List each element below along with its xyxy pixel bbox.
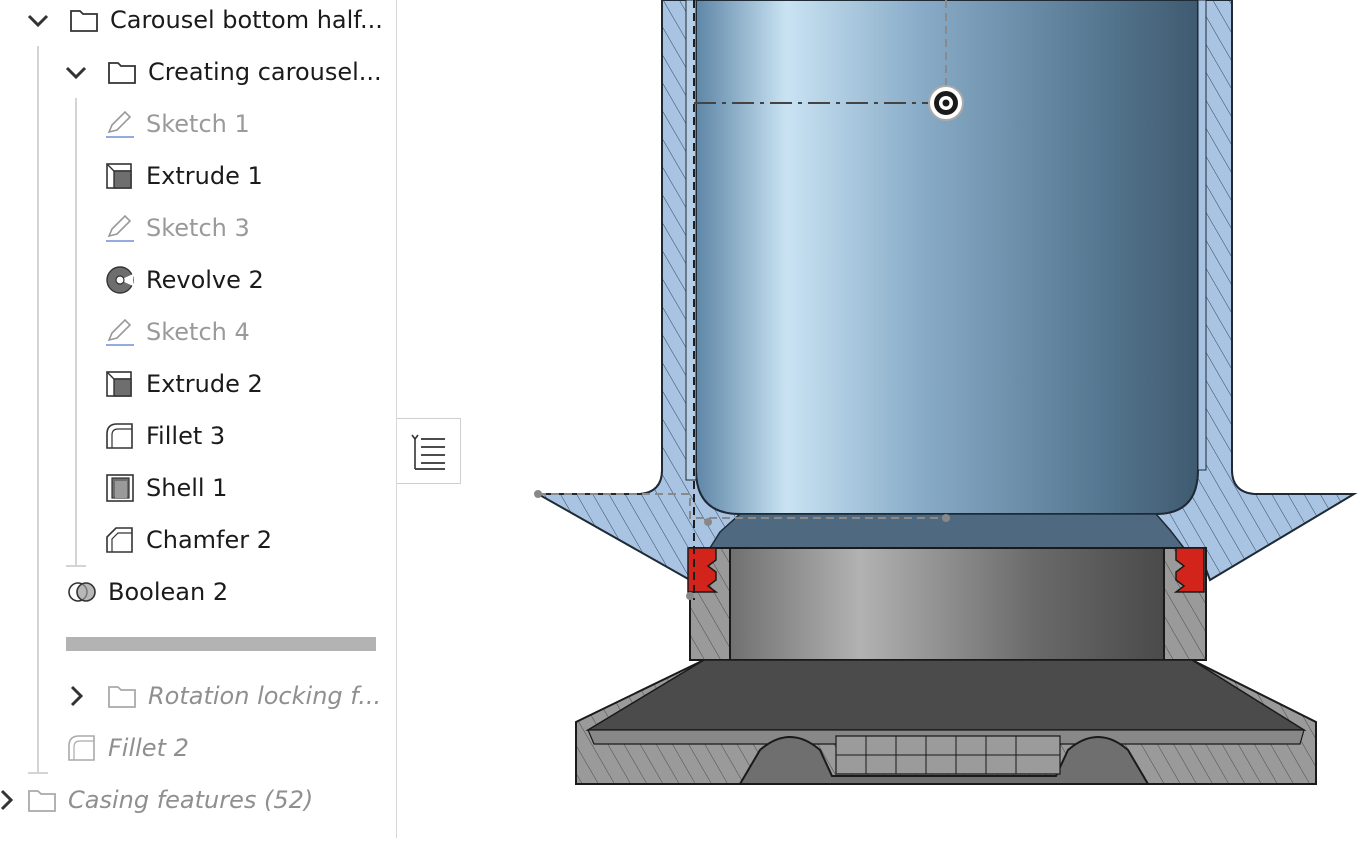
chevron-right-icon[interactable] xyxy=(64,684,88,708)
tree-item-sketch-1[interactable]: Sketch 1 xyxy=(104,98,250,150)
tree-guide-line xyxy=(75,98,77,566)
folder-icon xyxy=(106,680,138,712)
tree-item-extrude-2[interactable]: Extrude 2 xyxy=(104,358,263,410)
tree-item-label: Extrude 2 xyxy=(146,370,263,398)
sketch-point[interactable] xyxy=(942,514,950,522)
sketch-pencil-icon xyxy=(104,316,136,348)
origin-icon[interactable] xyxy=(928,85,964,121)
chevron-down-icon[interactable] xyxy=(26,8,50,32)
tree-item-chamfer-2[interactable]: Chamfer 2 xyxy=(104,514,272,566)
tree-item-sketch-3[interactable]: Sketch 3 xyxy=(104,202,250,254)
folder-icon xyxy=(68,4,100,36)
sketch-pencil-icon xyxy=(104,212,136,244)
tree-item-casing-features[interactable]: Casing features (52) xyxy=(0,774,313,826)
rollback-bar[interactable] xyxy=(66,637,376,651)
boolean-icon xyxy=(66,576,98,608)
tree-item-label: Creating carousel... xyxy=(148,58,382,86)
tree-item-label: Sketch 1 xyxy=(146,110,250,138)
base-cylinder-face xyxy=(729,547,1165,661)
tree-item-revolve-2[interactable]: Revolve 2 xyxy=(104,254,264,306)
tree-item-label: Sketch 4 xyxy=(146,318,250,346)
chevron-down-icon[interactable] xyxy=(64,60,88,84)
revolve-icon xyxy=(104,264,136,296)
tree-item-rotation-locking[interactable]: Rotation locking f... xyxy=(64,670,381,722)
tree-item-label: Rotation locking f... xyxy=(148,682,382,710)
fillet-icon xyxy=(104,420,136,452)
tree-item-shell-1[interactable]: Shell 1 xyxy=(104,462,227,514)
sketch-point[interactable] xyxy=(704,518,712,526)
tree-item-creating-carousel[interactable]: Creating carousel... xyxy=(64,46,382,98)
tree-item-label: Revolve 2 xyxy=(146,266,264,294)
inner-wall xyxy=(1197,0,1207,471)
fillet-icon xyxy=(66,732,98,764)
sketch-point[interactable] xyxy=(686,592,694,600)
tree-item-label: Casing features (52) xyxy=(68,786,314,814)
feature-tree-panel: Carousel bottom half... Creating carouse… xyxy=(0,0,397,838)
part-section-view[interactable] xyxy=(398,0,1372,838)
tree-item-label: Shell 1 xyxy=(146,474,228,502)
tree-item-label: Boolean 2 xyxy=(108,578,229,606)
sketch-point[interactable] xyxy=(534,490,542,498)
tree-item-sketch-4[interactable]: Sketch 4 xyxy=(104,306,250,358)
graphics-viewport[interactable] xyxy=(398,0,1372,838)
flared-base-top xyxy=(585,659,1307,731)
tree-item-label: Carousel bottom half... xyxy=(110,6,383,34)
tree-item-label: Chamfer 2 xyxy=(146,526,273,554)
extrude-icon xyxy=(104,160,136,192)
tree-item-boolean-2[interactable]: Boolean 2 xyxy=(66,566,228,618)
tree-item-label: Extrude 1 xyxy=(146,162,263,190)
extrude-icon xyxy=(104,368,136,400)
tree-item-extrude-1[interactable]: Extrude 1 xyxy=(104,150,263,202)
tree-item-carousel-bottom-half[interactable]: Carousel bottom half... xyxy=(26,0,383,46)
tree-guide-line xyxy=(37,46,39,774)
inner-cylinder-face xyxy=(695,0,1199,515)
folder-icon xyxy=(26,784,58,816)
tree-item-label: Fillet 2 xyxy=(108,734,189,762)
tree-item-label: Sketch 3 xyxy=(146,214,250,242)
shell-icon xyxy=(104,472,136,504)
tree-item-fillet-3[interactable]: Fillet 3 xyxy=(104,410,225,462)
sketch-pencil-icon xyxy=(104,108,136,140)
chamfer-icon xyxy=(104,524,136,556)
folder-icon xyxy=(106,56,138,88)
tree-item-fillet-2[interactable]: Fillet 2 xyxy=(66,722,189,774)
tree-item-label: Fillet 3 xyxy=(146,422,226,450)
chevron-right-icon[interactable] xyxy=(0,788,18,812)
